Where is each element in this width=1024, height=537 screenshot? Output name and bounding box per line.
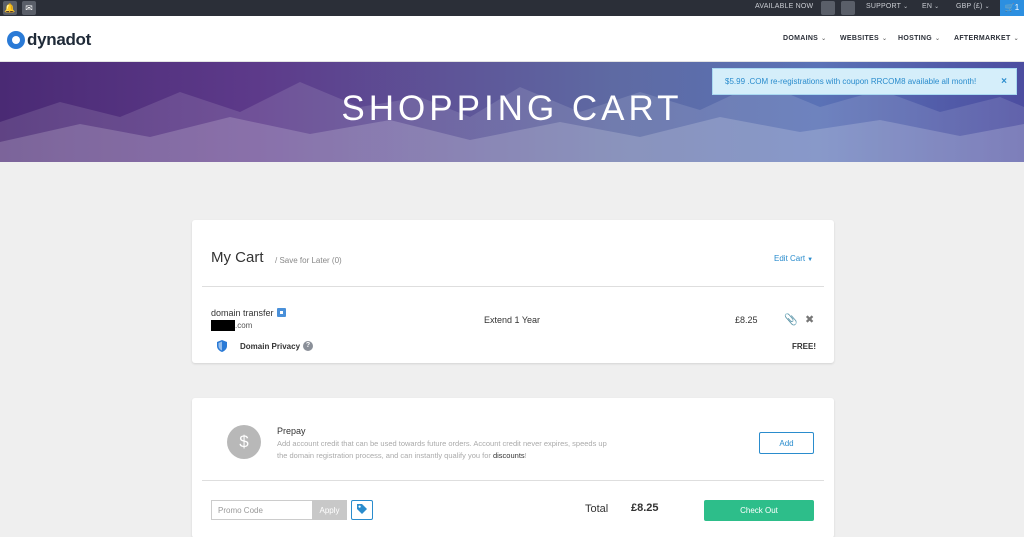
page-title: SHOPPING CART — [341, 89, 683, 128]
cart-icon: 🛒 — [1004, 3, 1015, 12]
chevron-down-icon: ⌄ — [821, 36, 827, 42]
caret-down-icon: ▼ — [807, 257, 814, 263]
total-label: Total — [585, 503, 609, 515]
total-value: £8.25 — [631, 502, 659, 514]
chevron-down-icon: ⌄ — [934, 4, 940, 10]
add-credit-button[interactable]: Add — [759, 432, 814, 454]
edit-cart-dropdown[interactable]: Edit Cart ▼ — [774, 254, 813, 263]
nav-domains[interactable]: DOMAINS ⌄ — [783, 35, 826, 42]
cart-item-term[interactable]: Extend 1 Year — [484, 315, 540, 325]
nav-aftermarket[interactable]: AFTERMARKET ⌄ — [954, 35, 1019, 42]
lock-icon — [276, 308, 286, 317]
support-menu[interactable]: SUPPORT ⌄ — [866, 3, 908, 10]
chevron-down-icon: ⌄ — [935, 36, 941, 42]
redacted-domain-name — [211, 320, 235, 331]
cart-title: My Cart — [211, 249, 264, 266]
paperclip-icon[interactable]: 📎 — [784, 313, 798, 326]
currency-menu[interactable]: GBP (£) ⌄ — [956, 3, 990, 10]
close-icon[interactable]: × — [1001, 69, 1007, 94]
cart-item-price: £8.25 — [735, 315, 758, 325]
top-bar: 🔔 ✉ AVAILABLE NOW SUPPORT ⌄ EN ⌄ GBP (£) ⌄ … — [0, 0, 1024, 16]
language-menu[interactable]: EN ⌄ — [922, 3, 939, 10]
promo-code-input[interactable] — [211, 500, 312, 520]
help-icon[interactable]: ? — [303, 341, 313, 351]
domain-privacy-label: Domain Privacy — [240, 342, 301, 351]
cart-item-type: domain transfer — [211, 308, 286, 318]
chevron-down-icon: ⌄ — [903, 4, 909, 10]
checkout-button[interactable]: Check Out — [704, 500, 814, 521]
promo-notice: $5.99 .COM re-registrations with coupon … — [712, 68, 1017, 95]
dollar-icon: $ — [227, 425, 261, 459]
divider — [202, 286, 824, 287]
prepay-title: Prepay — [277, 426, 306, 436]
bell-icon[interactable]: 🔔 — [3, 1, 17, 15]
discounts-link[interactable]: discounts — [493, 451, 525, 460]
domain-suffix: .com — [235, 321, 253, 330]
prepay-description: Add account credit that can be used towa… — [277, 439, 607, 460]
remove-icon[interactable]: ✖ — [805, 313, 814, 326]
main-header: dynadot DOMAINS ⌄ WEBSITES ⌄ HOSTING ⌄ AFTE… — [0, 16, 1024, 62]
nav-websites[interactable]: WEBSITES ⌄ — [840, 35, 887, 42]
domain-privacy-price: FREE! — [792, 342, 816, 351]
divider — [202, 480, 824, 481]
coupon-tag-button[interactable] — [351, 500, 373, 520]
save-for-later-link[interactable]: / Save for Later (0) — [275, 256, 342, 265]
apply-promo-button[interactable]: Apply — [312, 500, 347, 520]
cart-card: My Cart / Save for Later (0) Edit Cart ▼ … — [192, 220, 834, 363]
cart-count: 1 — [1014, 3, 1020, 12]
prepay-card: $ Prepay Add account credit that can be … — [192, 398, 834, 537]
apple-icon[interactable] — [821, 1, 835, 15]
logo-mark-icon — [7, 31, 25, 49]
chevron-down-icon: ⌄ — [1013, 36, 1019, 42]
available-now-label: AVAILABLE NOW — [755, 3, 814, 10]
cart-button[interactable]: 🛒1 — [1000, 0, 1024, 16]
shield-icon — [217, 340, 227, 352]
tag-icon — [357, 503, 367, 514]
chevron-down-icon: ⌄ — [984, 4, 990, 10]
chevron-down-icon: ⌄ — [881, 36, 888, 42]
android-icon[interactable] — [841, 1, 855, 15]
mail-icon[interactable]: ✉ — [22, 1, 36, 15]
dynadot-logo[interactable]: dynadot — [7, 29, 91, 51]
nav-hosting[interactable]: HOSTING ⌄ — [898, 35, 940, 42]
